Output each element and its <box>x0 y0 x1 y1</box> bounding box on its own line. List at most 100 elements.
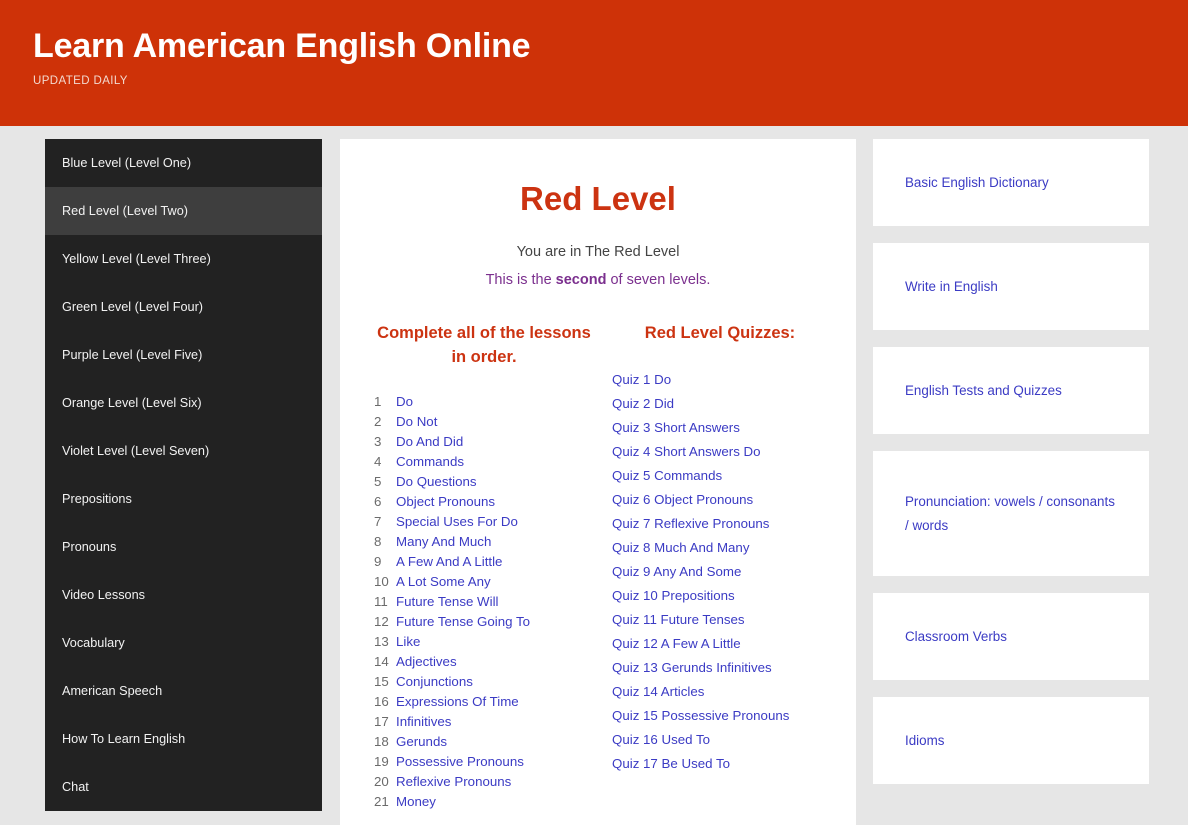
lesson-link[interactable]: Future Tense Will <box>396 592 498 612</box>
lesson-number: 21 <box>374 794 389 810</box>
lesson-number: 2 <box>374 414 382 430</box>
quiz-link[interactable]: Quiz 10 Prepositions <box>612 588 735 603</box>
lesson-link[interactable]: Do <box>396 392 413 412</box>
lesson-link[interactable]: Conjunctions <box>396 672 473 692</box>
sidebar-item[interactable]: Vocabulary <box>45 619 322 667</box>
rail-card-link[interactable]: Pronunciation: vowels / consonants / wor… <box>905 490 1117 538</box>
quiz-list-item: Quiz 6 Object Pronouns <box>612 488 830 512</box>
rail-card[interactable]: Pronunciation: vowels / consonants / wor… <box>873 451 1149 576</box>
lesson-link[interactable]: A Few And A Little <box>396 552 502 572</box>
lesson-link[interactable]: Reflexive Pronouns <box>396 772 511 792</box>
quiz-link[interactable]: Quiz 2 Did <box>612 396 674 411</box>
quiz-link[interactable]: Quiz 7 Reflexive Pronouns <box>612 516 769 531</box>
rail-card[interactable]: Basic English Dictionary <box>873 139 1149 226</box>
lesson-list-item: 1 Do <box>374 392 602 412</box>
lessons-heading: Complete all of the lessons in order. <box>377 324 591 367</box>
lesson-link[interactable]: Gerunds <box>396 732 447 752</box>
sidebar-item[interactable]: Pronouns <box>45 523 322 571</box>
quiz-list-item: Quiz 11 Future Tenses <box>612 608 830 632</box>
quiz-link[interactable]: Quiz 15 Possessive Pronouns <box>612 708 789 723</box>
quiz-list-item: Quiz 5 Commands <box>612 464 830 488</box>
lesson-number: 16 <box>374 694 389 710</box>
sidebar-item-label: Prepositions <box>62 492 132 506</box>
left-sidebar-nav: Blue Level (Level One) Red Level (Level T… <box>45 139 322 811</box>
sidebar-item[interactable]: How To Learn English <box>45 715 322 763</box>
sidebar-item-label: Pronouns <box>62 540 117 554</box>
lesson-link[interactable]: Many And Much <box>396 532 491 552</box>
lesson-link[interactable]: Like <box>396 632 420 652</box>
sidebar-item[interactable]: Purple Level (Level Five) <box>45 331 322 379</box>
rail-card[interactable]: Idioms <box>873 697 1149 784</box>
lesson-link[interactable]: Commands <box>396 452 464 472</box>
level-note-suffix: of seven levels. <box>606 272 711 289</box>
lesson-number: 17 <box>374 714 389 730</box>
sidebar-item[interactable]: Yellow Level (Level Three) <box>45 235 322 283</box>
quiz-list-item: Quiz 12 A Few A Little <box>612 632 830 656</box>
sidebar-item[interactable]: American Speech <box>45 667 322 715</box>
sidebar-item[interactable]: Red Level (Level Two) <box>45 187 322 235</box>
lesson-list-item: 11 Future Tense Will <box>374 592 602 612</box>
lesson-number: 18 <box>374 734 389 750</box>
sidebar-item[interactable]: Violet Level (Level Seven) <box>45 427 322 475</box>
quiz-link[interactable]: Quiz 12 A Few A Little <box>612 636 741 651</box>
quiz-list-item: Quiz 9 Any And Some <box>612 560 830 584</box>
sidebar-item-label: American Speech <box>62 684 163 698</box>
quiz-link[interactable]: Quiz 17 Be Used To <box>612 756 730 771</box>
right-sidebar-rail: Basic English Dictionary Write in English… <box>873 139 1149 801</box>
lesson-number: 8 <box>374 534 382 550</box>
level-note: This is the second of seven levels. <box>366 272 830 288</box>
quiz-list-item: Quiz 13 Gerunds Infinitives <box>612 656 830 680</box>
lesson-list-item: 4 Commands <box>374 452 602 472</box>
site-tagline: UPDATED DAILY <box>33 75 128 88</box>
quiz-list-item: Quiz 16 Used To <box>612 728 830 752</box>
lesson-link[interactable]: Do Questions <box>396 472 477 492</box>
quiz-link[interactable]: Quiz 6 Object Pronouns <box>612 492 753 507</box>
sidebar-item[interactable]: Chat <box>45 763 322 811</box>
lesson-link[interactable]: Do Not <box>396 412 437 432</box>
lesson-list-item: 9 A Few And A Little <box>374 552 602 572</box>
lesson-link[interactable]: Expressions Of Time <box>396 692 519 712</box>
lesson-link[interactable]: Infinitives <box>396 712 451 732</box>
quiz-link[interactable]: Quiz 4 Short Answers Do <box>612 444 761 459</box>
rail-card[interactable]: Write in English <box>873 243 1149 330</box>
sidebar-item-label: Yellow Level (Level Three) <box>62 252 211 266</box>
rail-card-link[interactable]: Write in English <box>905 275 998 299</box>
rail-card-link[interactable]: Basic English Dictionary <box>905 171 1049 195</box>
lesson-link[interactable]: Object Pronouns <box>396 492 495 512</box>
rail-card-link[interactable]: English Tests and Quizzes <box>905 379 1062 403</box>
rail-card[interactable]: Classroom Verbs <box>873 593 1149 680</box>
lesson-link[interactable]: Special Uses For Do <box>396 512 518 532</box>
lesson-number: 6 <box>374 494 382 510</box>
sidebar-item[interactable]: Orange Level (Level Six) <box>45 379 322 427</box>
rail-card[interactable]: English Tests and Quizzes <box>873 347 1149 434</box>
lesson-link[interactable]: Possessive Pronouns <box>396 752 524 772</box>
quiz-link[interactable]: Quiz 3 Short Answers <box>612 420 740 435</box>
sidebar-item-label: Green Level (Level Four) <box>62 300 204 314</box>
lesson-link[interactable]: Future Tense Going To <box>396 612 530 632</box>
quiz-link[interactable]: Quiz 11 Future Tenses <box>612 612 745 627</box>
lesson-list-item: 8 Many And Much <box>374 532 602 552</box>
quiz-link[interactable]: Quiz 13 Gerunds Infinitives <box>612 660 772 675</box>
quiz-link[interactable]: Quiz 1 Do <box>612 372 671 387</box>
rail-card-link[interactable]: Classroom Verbs <box>905 625 1007 649</box>
lesson-list-item: 20 Reflexive Pronouns <box>374 772 602 792</box>
sidebar-item[interactable]: Prepositions <box>45 475 322 523</box>
lesson-link[interactable]: A Lot Some Any <box>396 572 491 592</box>
sidebar-item[interactable]: Blue Level (Level One) <box>45 139 322 187</box>
rail-card-link[interactable]: Idioms <box>905 729 944 753</box>
lesson-list-item: 21 Money <box>374 792 602 812</box>
quiz-link[interactable]: Quiz 8 Much And Many <box>612 540 749 555</box>
sidebar-item-label: Chat <box>62 780 89 794</box>
sidebar-item[interactable]: Video Lessons <box>45 571 322 619</box>
lesson-link[interactable]: Money <box>396 792 436 812</box>
quiz-link[interactable]: Quiz 9 Any And Some <box>612 564 741 579</box>
sidebar-item[interactable]: Green Level (Level Four) <box>45 283 322 331</box>
quiz-link[interactable]: Quiz 16 Used To <box>612 732 710 747</box>
quiz-link[interactable]: Quiz 14 Articles <box>612 684 704 699</box>
site-header: Learn American English Online UPDATED DA… <box>0 0 1188 126</box>
quiz-link[interactable]: Quiz 5 Commands <box>612 468 722 483</box>
lesson-list-item: 16 Expressions Of Time <box>374 692 602 712</box>
lesson-link[interactable]: Adjectives <box>396 652 457 672</box>
lesson-list-item: 5 Do Questions <box>374 472 602 492</box>
lesson-link[interactable]: Do And Did <box>396 432 463 452</box>
